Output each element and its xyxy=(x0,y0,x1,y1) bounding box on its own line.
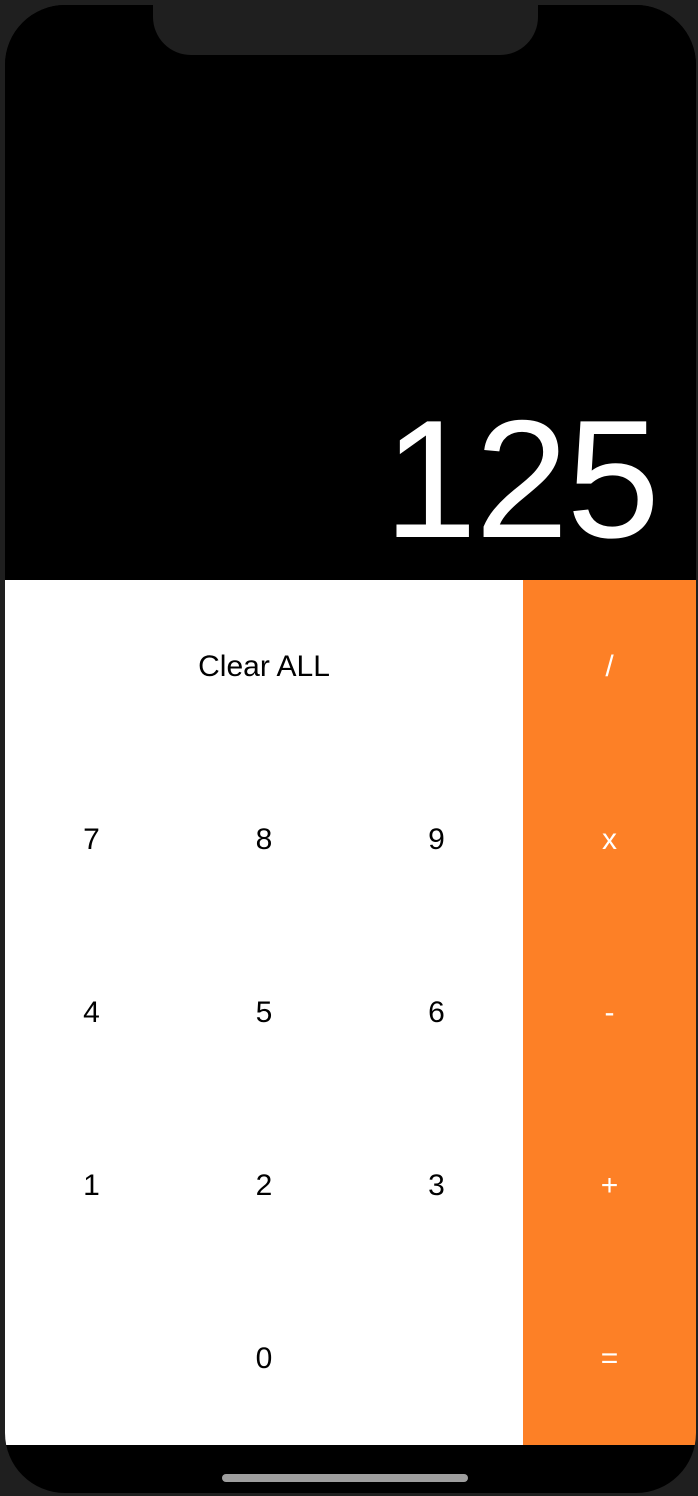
device-notch xyxy=(153,0,538,55)
digit-2-button[interactable]: 2 xyxy=(178,1099,350,1272)
digit-0-button[interactable]: 0 xyxy=(178,1272,350,1445)
display-value: 125 xyxy=(383,385,660,573)
equals-button[interactable]: = xyxy=(523,1272,696,1445)
digit-4-button[interactable]: 4 xyxy=(5,926,178,1099)
digit-1-button[interactable]: 1 xyxy=(5,1099,178,1272)
digit-3-button[interactable]: 3 xyxy=(350,1099,523,1272)
app-screen: 125 Clear ALL 7 8 9 4 5 6 1 2 3 0 / x - … xyxy=(5,5,696,1493)
clear-all-button[interactable]: Clear ALL xyxy=(5,580,523,753)
keypad: Clear ALL 7 8 9 4 5 6 1 2 3 0 / x - + = xyxy=(5,580,696,1445)
digit-8-button[interactable]: 8 xyxy=(178,753,350,926)
digit-9-button[interactable]: 9 xyxy=(350,753,523,926)
home-indicator[interactable] xyxy=(222,1474,468,1482)
digit-5-button[interactable]: 5 xyxy=(178,926,350,1099)
multiply-button[interactable]: x xyxy=(523,753,696,926)
operator-column: / x - + = xyxy=(523,580,696,1445)
device-frame: 125 Clear ALL 7 8 9 4 5 6 1 2 3 0 / x - … xyxy=(0,0,698,1496)
result-display: 125 xyxy=(5,5,696,580)
number-pad: Clear ALL 7 8 9 4 5 6 1 2 3 0 xyxy=(5,580,523,1445)
digit-7-button[interactable]: 7 xyxy=(5,753,178,926)
digit-6-button[interactable]: 6 xyxy=(350,926,523,1099)
subtract-button[interactable]: - xyxy=(523,926,696,1099)
add-button[interactable]: + xyxy=(523,1099,696,1272)
divide-button[interactable]: / xyxy=(523,580,696,753)
